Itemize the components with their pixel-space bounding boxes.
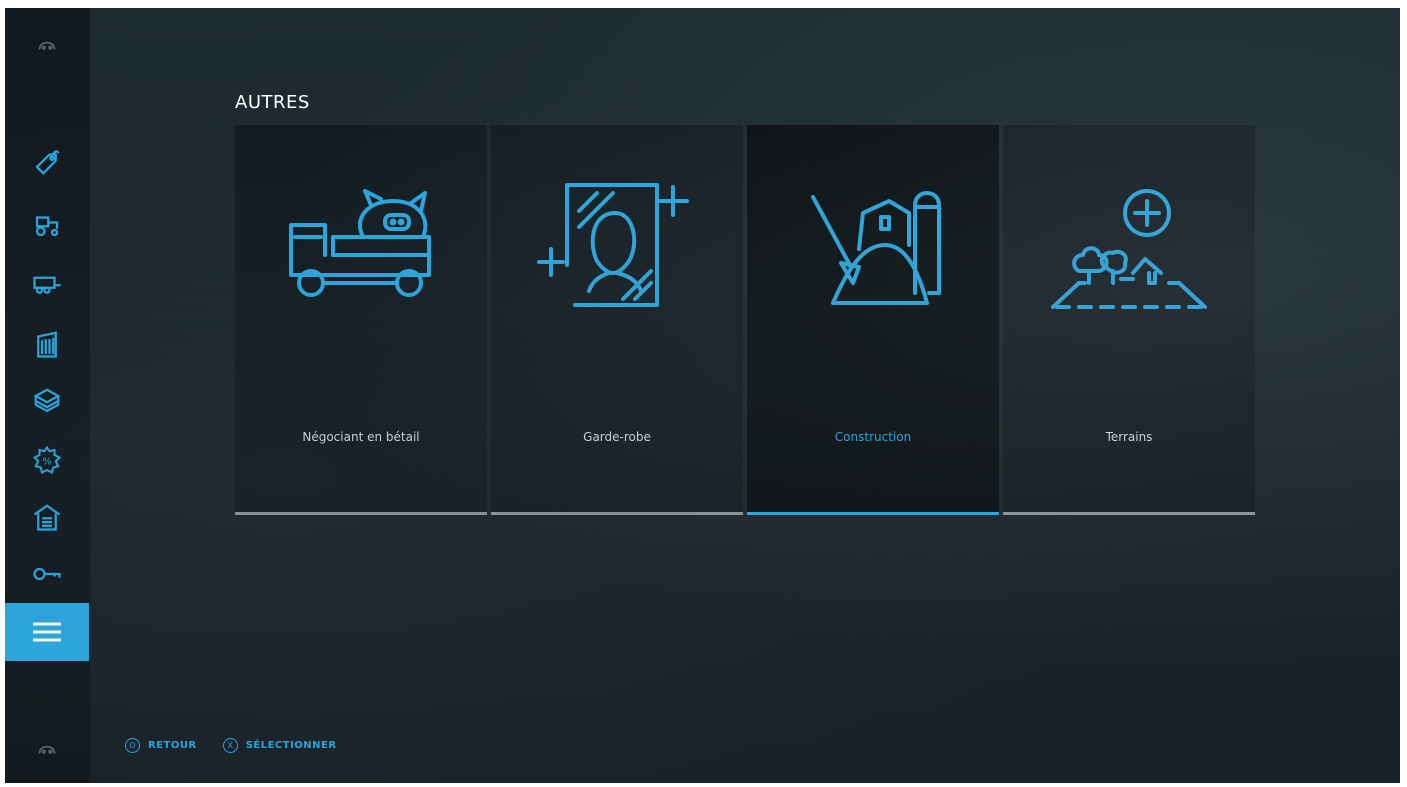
select-label: SÉLECTIONNER [245,740,337,751]
back-label: RETOUR [148,740,197,751]
svg-text:%: % [42,456,52,467]
price-tag-icon[interactable] [27,142,67,182]
tile-label: Négociant en bétail [302,430,420,444]
section-title: AUTRES [235,92,310,113]
tile-land[interactable]: Terrains [1003,125,1255,515]
tractor-icon[interactable] [27,205,67,245]
game-screen: % AUTRES Négociant en bétail Garde-robe … [5,8,1400,783]
key-icon[interactable] [27,554,67,594]
box-icon[interactable] [27,381,67,421]
back-button[interactable]: O RETOUR [125,738,197,753]
tile-livestock-dealer[interactable]: Négociant en bétail [235,125,487,515]
menu-button[interactable] [5,603,89,661]
tile-construction[interactable]: Construction [747,125,999,515]
select-button[interactable]: X SÉLECTIONNER [222,738,337,753]
tile-wardrobe[interactable]: Garde-robe [491,125,743,515]
tile-underline [491,512,743,515]
trailer-icon[interactable] [27,264,67,304]
tile-label: Terrains [1105,430,1153,444]
tile-label: Construction [834,430,912,444]
controller-icon[interactable] [27,26,67,66]
tile-underline [1003,512,1255,515]
tile-underline [747,512,999,515]
controller-icon[interactable] [27,730,67,770]
construction-farm-icon [793,175,953,325]
shed-icon[interactable] [27,497,67,537]
cross-button-icon: X [222,738,238,753]
sale-badge-icon[interactable]: % [27,440,67,480]
livestock-truck-icon [281,175,441,325]
land-plus-icon [1049,175,1209,325]
button-hints: O RETOUR X SÉLECTIONNER [125,738,337,753]
sidebar: % [5,8,90,783]
menu-icon [33,622,61,642]
tile-underline [235,512,487,515]
circle-button-icon: O [125,738,140,753]
wardrobe-portrait-icon [537,175,697,325]
silo-icon[interactable] [27,324,67,364]
tile-label: Garde-robe [583,430,651,444]
